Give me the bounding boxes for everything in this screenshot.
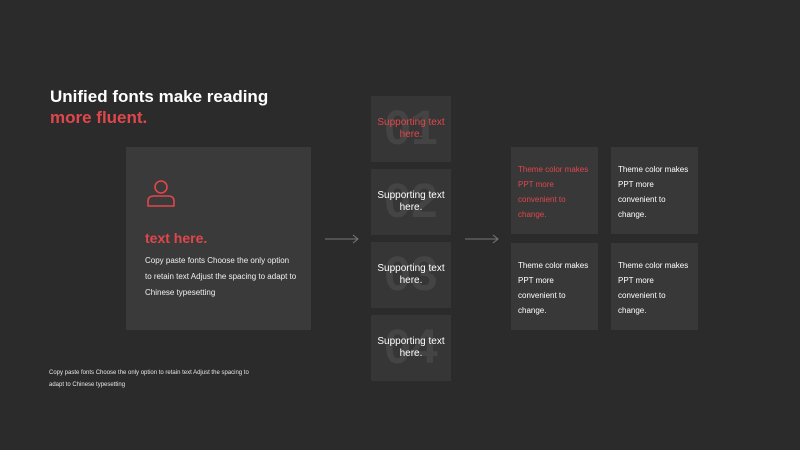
grid-card-1: Theme color makes PPT more convenient to… [511, 147, 598, 234]
card-label: Supporting text here. [377, 190, 445, 213]
slide-title: Unified fonts make reading more fluent. [50, 86, 268, 128]
card-label: Supporting text here. [377, 263, 445, 286]
main-card-heading: text here. [145, 230, 208, 246]
arrow-right-icon [465, 234, 499, 244]
footnote: Copy paste fonts Choose the only option … [49, 370, 249, 388]
title-line-1: Unified fonts make reading [50, 87, 269, 106]
main-card: text here. Copy paste fonts Choose the o… [126, 147, 311, 330]
user-icon [147, 180, 175, 207]
grid-card-text: Theme color makes PPT more convenient to… [518, 261, 589, 315]
grid-card-text: Theme color makes PPT more convenient to… [618, 261, 689, 315]
grid-card-text: Theme color makes PPT more convenient to… [618, 165, 689, 219]
grid-card-3: Theme color makes PPT more convenient to… [511, 243, 598, 330]
main-card-body: Copy paste fonts Choose the only option … [145, 256, 297, 297]
numbered-card-2: 02 Supporting text here. [371, 169, 451, 235]
numbered-card-4: 04 Supporting text here. [371, 315, 451, 381]
numbered-card-3: 03 Supporting text here. [371, 242, 451, 308]
card-label: Supporting text here. [377, 117, 445, 140]
grid-card-text: Theme color makes PPT more convenient to… [518, 165, 589, 219]
numbered-card-1: 01 Supporting text here. [371, 96, 451, 162]
title-line-2: more fluent. [50, 108, 148, 127]
arrow-right-icon [325, 234, 359, 244]
grid-card-4: Theme color makes PPT more convenient to… [611, 243, 698, 330]
grid-card-2: Theme color makes PPT more convenient to… [611, 147, 698, 234]
card-label: Supporting text here. [377, 336, 445, 359]
